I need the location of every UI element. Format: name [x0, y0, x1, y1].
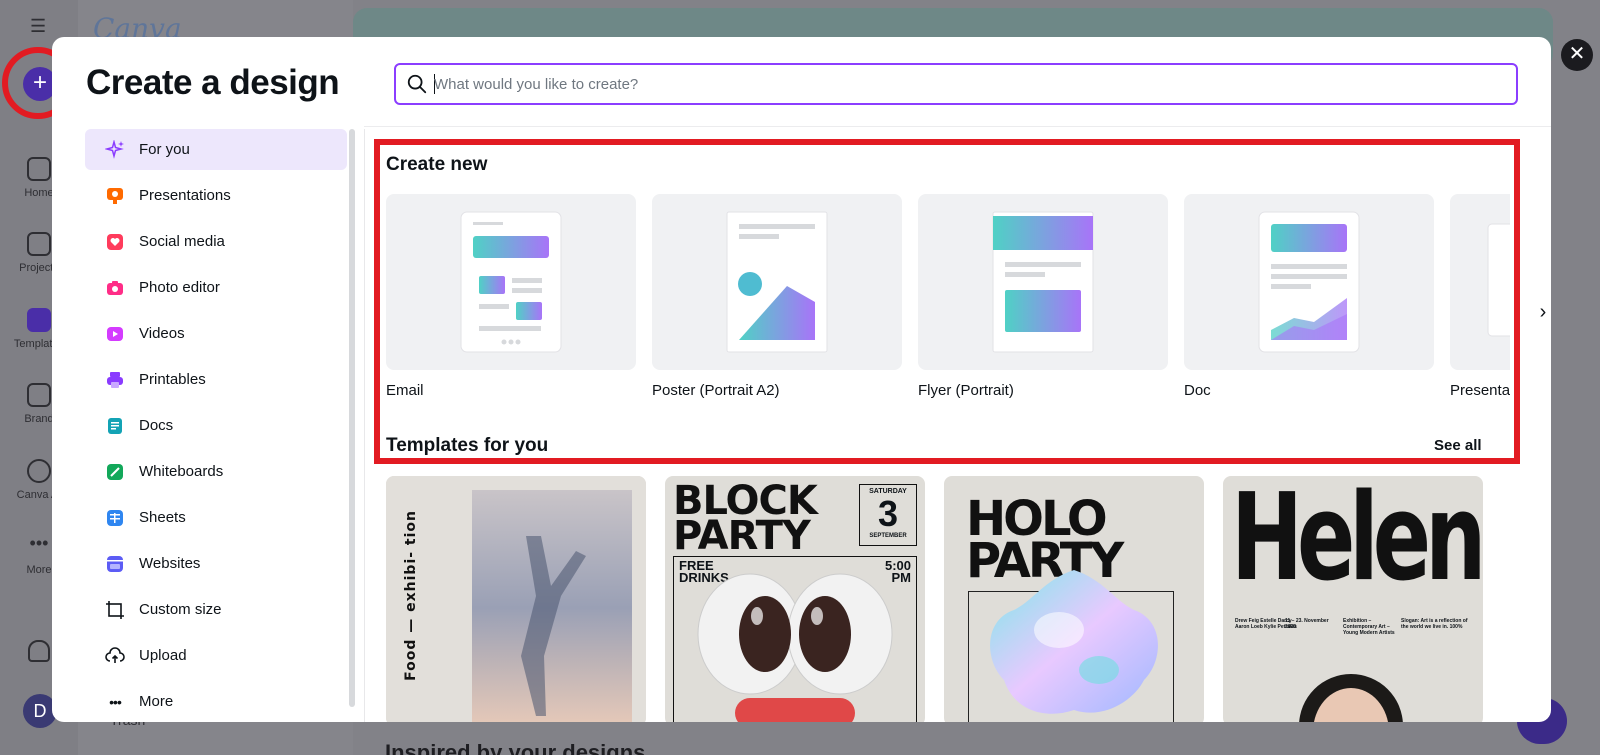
menu-icon[interactable]: ☰: [30, 17, 50, 35]
nav-scrollbar[interactable]: [349, 129, 355, 707]
nav-label: Printables: [139, 371, 206, 388]
nav-label: Upload: [139, 647, 187, 664]
nav-item-upload[interactable]: Upload: [85, 635, 347, 676]
nav-label: Docs: [139, 417, 174, 434]
template-card-food-exhibition[interactable]: Food — exhibi- tion: [386, 476, 646, 722]
brand-icon: [27, 383, 51, 407]
printer-icon: [105, 370, 125, 390]
nav-item-whiteboards[interactable]: Whiteboards: [85, 451, 347, 492]
inspired-heading: Inspired by your designs: [385, 740, 646, 755]
holo-artwork: [990, 570, 1158, 714]
doc-icon: [105, 416, 125, 436]
canva-ai-icon: [27, 459, 51, 483]
home-icon: [27, 157, 51, 181]
sparkle-icon: [105, 139, 125, 160]
next-arrow-button[interactable]: ›: [1529, 299, 1551, 327]
content-area: Create new Email Poster (Portrait A2) Fl…: [374, 129, 1551, 722]
template-text: Food — exhibi- tion: [403, 510, 419, 681]
portrait-artwork: [1299, 674, 1403, 722]
eyes-artwork: [697, 573, 893, 722]
app-nav-label: More: [26, 564, 52, 576]
nav-item-videos[interactable]: Videos: [85, 313, 347, 354]
search-icon: [407, 74, 427, 94]
nav-item-photo-editor[interactable]: Photo editor: [85, 267, 347, 308]
nav-item-custom-size[interactable]: Custom size: [85, 589, 347, 630]
app-nav-label: Brand: [24, 413, 54, 425]
nav-label: Custom size: [139, 601, 222, 618]
close-modal-button[interactable]: ✕: [1561, 39, 1593, 71]
nav-item-for-you[interactable]: For you: [85, 129, 347, 170]
nav-item-docs[interactable]: Docs: [85, 405, 347, 446]
annotation-highlight: [374, 139, 1520, 464]
upload-icon: [105, 646, 125, 666]
category-nav: For you Presentations Social media Photo…: [85, 129, 347, 722]
whiteboard-icon: [105, 462, 125, 482]
nav-label: For you: [139, 141, 190, 158]
template-card-helene[interactable]: Helene Drew Feig Estelle Darcy Aaron Loe…: [1223, 476, 1483, 722]
template-date: 3: [877, 493, 899, 534]
presentation-icon: [105, 186, 125, 206]
modal-title: Create a design: [86, 63, 340, 102]
template-artwork: [386, 476, 646, 722]
nav-item-social-media[interactable]: Social media: [85, 221, 347, 262]
panel-divider: [364, 129, 365, 722]
create-design-modal: Create a design For you Presentations: [52, 37, 1551, 722]
video-icon: [105, 324, 125, 344]
nav-label: Social media: [139, 233, 225, 250]
nav-item-printables[interactable]: Printables: [85, 359, 347, 400]
more-icon: •••: [109, 693, 122, 710]
template-col3: Slogan: Art is a reflection of the world…: [1401, 618, 1468, 630]
nav-item-more[interactable]: ••• More: [85, 681, 347, 722]
template-dates: 11 – 23. November 2030: [1285, 618, 1329, 630]
template-card-holo-party[interactable]: HOLO PARTY: [944, 476, 1204, 722]
folder-icon: [27, 232, 51, 256]
search-input[interactable]: [434, 71, 1494, 97]
search-box[interactable]: [394, 63, 1518, 105]
nav-label: Presentations: [139, 187, 231, 204]
templates-icon: [27, 308, 51, 332]
nav-label: Videos: [139, 325, 185, 342]
website-icon: [105, 554, 125, 574]
template-month: SEPTEMBER: [869, 533, 907, 539]
heart-icon: [105, 232, 125, 252]
nav-label: Whiteboards: [139, 463, 224, 480]
camera-icon: [105, 278, 125, 298]
nav-label: Photo editor: [139, 279, 220, 296]
template-title: Helene: [1231, 476, 1483, 609]
header-divider: [364, 126, 1551, 127]
nav-item-presentations[interactable]: Presentations: [85, 175, 347, 216]
nav-label: Websites: [139, 555, 201, 572]
more-icon: •••: [29, 533, 49, 553]
template-card-block-party[interactable]: BLOCK PARTY SATURDAY 3 SEPTEMBER FREE DR…: [665, 476, 925, 722]
bell-icon[interactable]: [28, 640, 50, 662]
template-date-box: SATURDAY 3 SEPTEMBER: [859, 484, 917, 546]
nav-label: Sheets: [139, 509, 186, 526]
sheet-icon: [105, 508, 125, 528]
nav-item-websites[interactable]: Websites: [85, 543, 347, 584]
nav-label: More: [139, 693, 174, 710]
app-nav-label: Home: [24, 187, 54, 199]
template-title: BLOCK PARTY: [673, 478, 818, 560]
nav-item-sheets[interactable]: Sheets: [85, 497, 347, 538]
template-col2: Exhibition – Contemporary Art – Young Mo…: [1343, 618, 1395, 636]
crop-icon: [105, 600, 125, 620]
